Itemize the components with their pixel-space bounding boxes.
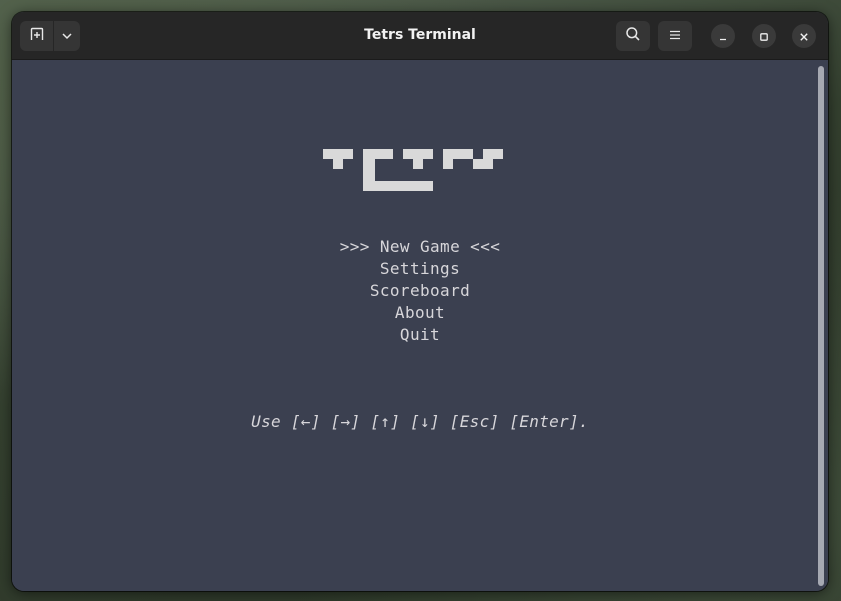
header-bar: Tetrs Terminal — [12, 12, 828, 60]
terminal-content[interactable]: >>> New Game <<< Settings Scoreboard Abo… — [12, 60, 828, 591]
menu-item-settings[interactable]: Settings — [12, 258, 828, 280]
terminal-window: Tetrs Terminal >>> New Game <<< Settings… — [12, 12, 828, 591]
chevron-down-icon — [61, 27, 73, 46]
minimize-icon — [718, 27, 728, 46]
search-icon — [625, 26, 641, 46]
tetrs-logo — [323, 149, 503, 194]
search-button[interactable] — [616, 21, 650, 51]
menu-item-scoreboard[interactable]: Scoreboard — [12, 280, 828, 302]
new-tab-split-button — [20, 21, 80, 51]
menu-item-new-game[interactable]: >>> New Game <<< — [12, 236, 828, 258]
menu-item-about[interactable]: About — [12, 302, 828, 324]
maximize-button[interactable] — [752, 24, 776, 48]
controls-hint: Use [←] [→] [↑] [↓] [Esc] [Enter]. — [251, 412, 589, 431]
tab-dropdown-button[interactable] — [54, 21, 80, 51]
hamburger-menu-icon — [668, 27, 682, 46]
window-title: Tetrs Terminal — [364, 27, 476, 43]
close-icon — [799, 27, 809, 46]
menu-item-quit[interactable]: Quit — [12, 324, 828, 346]
new-tab-icon — [29, 26, 45, 46]
main-menu-button[interactable] — [658, 21, 692, 51]
maximize-icon — [759, 27, 769, 46]
new-tab-button[interactable] — [20, 21, 53, 51]
minimize-button[interactable] — [711, 24, 735, 48]
close-button[interactable] — [792, 24, 816, 48]
scrollbar[interactable] — [818, 66, 824, 586]
tetrs-logo-blocks — [323, 149, 503, 191]
